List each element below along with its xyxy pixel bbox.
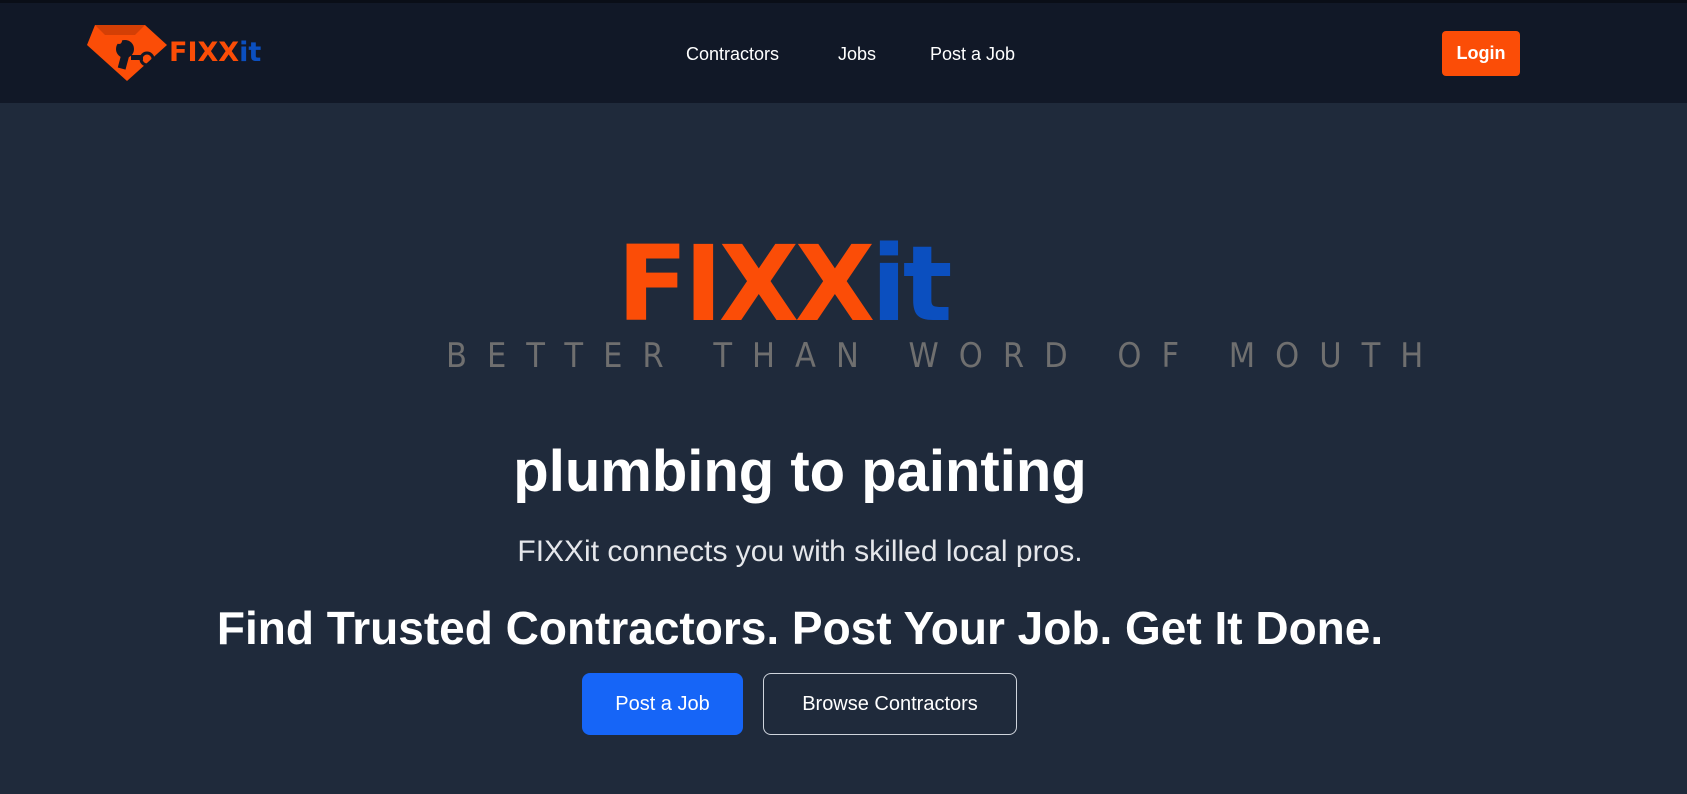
brand-name-part2: it: [871, 223, 952, 345]
browse-contractors-button[interactable]: Browse Contractors: [763, 673, 1017, 735]
post-a-job-button[interactable]: Post a Job: [582, 673, 743, 735]
hero-brand-logo: FIXXit: [617, 232, 953, 336]
logo-text: FIXXit: [169, 36, 262, 68]
nav-contractors[interactable]: Contractors: [686, 44, 779, 65]
nav-jobs[interactable]: Jobs: [838, 44, 876, 65]
site-logo[interactable]: FIXXit: [87, 21, 261, 83]
navbar: FIXXit Contractors Jobs Post a Job Login: [0, 3, 1687, 103]
brand-tagline: BETTER THAN WORD OF MOUTH: [446, 336, 1444, 376]
nav-post-a-job[interactable]: Post a Job: [930, 44, 1015, 65]
brand-name-part1: FIXX: [617, 223, 875, 345]
login-button[interactable]: Login: [1442, 31, 1520, 76]
hero-subtext: FIXXit connects you with skilled local p…: [517, 535, 1083, 568]
hero-cta-line: Find Trusted Contractors. Post Your Job.…: [216, 602, 1384, 654]
hero-headline: plumbing to painting: [513, 439, 1087, 504]
wrench-diamond-icon: [87, 25, 167, 81]
